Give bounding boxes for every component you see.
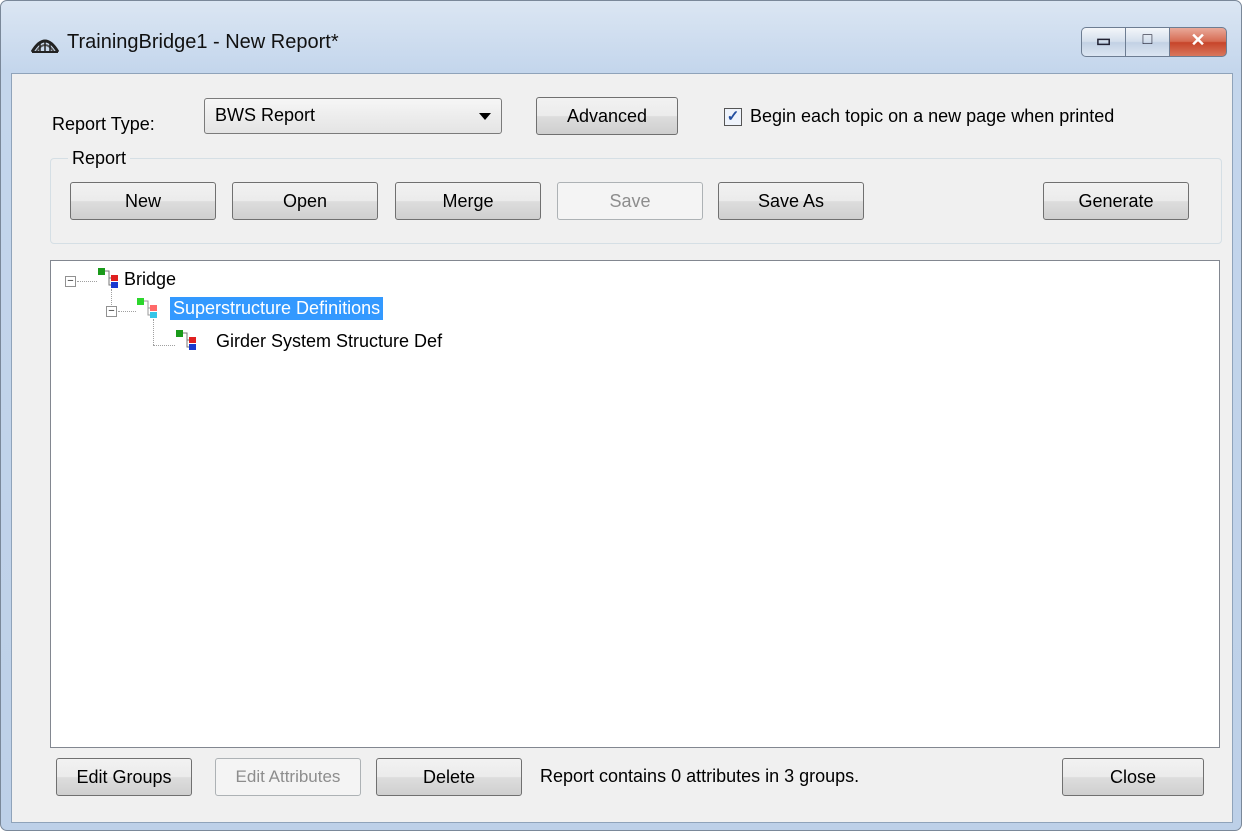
minimize-button[interactable]: ▭: [1081, 27, 1125, 57]
tree-node-superstructure-definitions[interactable]: Superstructure Definitions: [170, 297, 384, 320]
close-window-button[interactable]: ✕: [1169, 27, 1227, 57]
title-bar[interactable]: TrainingBridge1 - New Report* ▭ □ ✕: [1, 1, 1241, 73]
window-title: TrainingBridge1 - New Report*: [67, 31, 339, 53]
edit-attributes-button[interactable]: Edit Attributes: [215, 758, 361, 796]
begin-topic-checkbox[interactable]: ✓: [724, 108, 742, 126]
begin-topic-label: Begin each topic on a new page when prin…: [750, 106, 1115, 126]
group-node-icon: [176, 330, 196, 350]
report-type-dropdown[interactable]: BWS Report: [204, 98, 502, 134]
report-group-label: Report: [68, 148, 131, 169]
collapse-toggle-superstructure[interactable]: −: [106, 306, 117, 317]
maximize-button[interactable]: □: [1125, 27, 1169, 57]
merge-button[interactable]: Merge: [395, 182, 541, 220]
dialog-client-area: Report Type: BWS Report Advanced ✓ Begin…: [11, 73, 1233, 823]
save-button[interactable]: Save: [557, 182, 703, 220]
tree-node-girder-system-structure-def[interactable]: Girder System Structure Def: [213, 330, 445, 353]
save-as-button[interactable]: Save As: [718, 182, 864, 220]
group-node-icon: [98, 268, 118, 288]
advanced-button[interactable]: Advanced: [536, 97, 678, 135]
report-window: TrainingBridge1 - New Report* ▭ □ ✕ Repo…: [0, 0, 1242, 831]
edit-groups-button[interactable]: Edit Groups: [56, 758, 192, 796]
close-icon: ✕: [1190, 30, 1206, 50]
report-tree[interactable]: − Bridge − Superstructure Definitions Gi…: [50, 260, 1220, 748]
bridge-app-icon: [31, 39, 59, 53]
tree-connector: [153, 345, 175, 346]
tree-connector: [118, 311, 136, 312]
collapse-toggle-bridge[interactable]: −: [65, 276, 76, 287]
report-status-text: Report contains 0 attributes in 3 groups…: [540, 766, 860, 786]
new-button[interactable]: New: [70, 182, 216, 220]
report-type-value: BWS Report: [215, 105, 316, 125]
maximize-icon: □: [1142, 31, 1153, 48]
generate-button[interactable]: Generate: [1043, 182, 1189, 220]
close-button[interactable]: Close: [1062, 758, 1204, 796]
tree-connector: [77, 281, 97, 282]
tree-connector: [153, 319, 154, 345]
delete-button[interactable]: Delete: [376, 758, 522, 796]
open-button[interactable]: Open: [232, 182, 378, 220]
minimize-icon: ▭: [1095, 33, 1112, 50]
tree-node-bridge[interactable]: Bridge: [121, 268, 179, 291]
caption-buttons: ▭ □ ✕: [1081, 27, 1227, 57]
report-type-label: Report Type:: [52, 114, 155, 134]
chevron-down-icon: [479, 113, 491, 120]
group-node-icon: [137, 298, 157, 318]
